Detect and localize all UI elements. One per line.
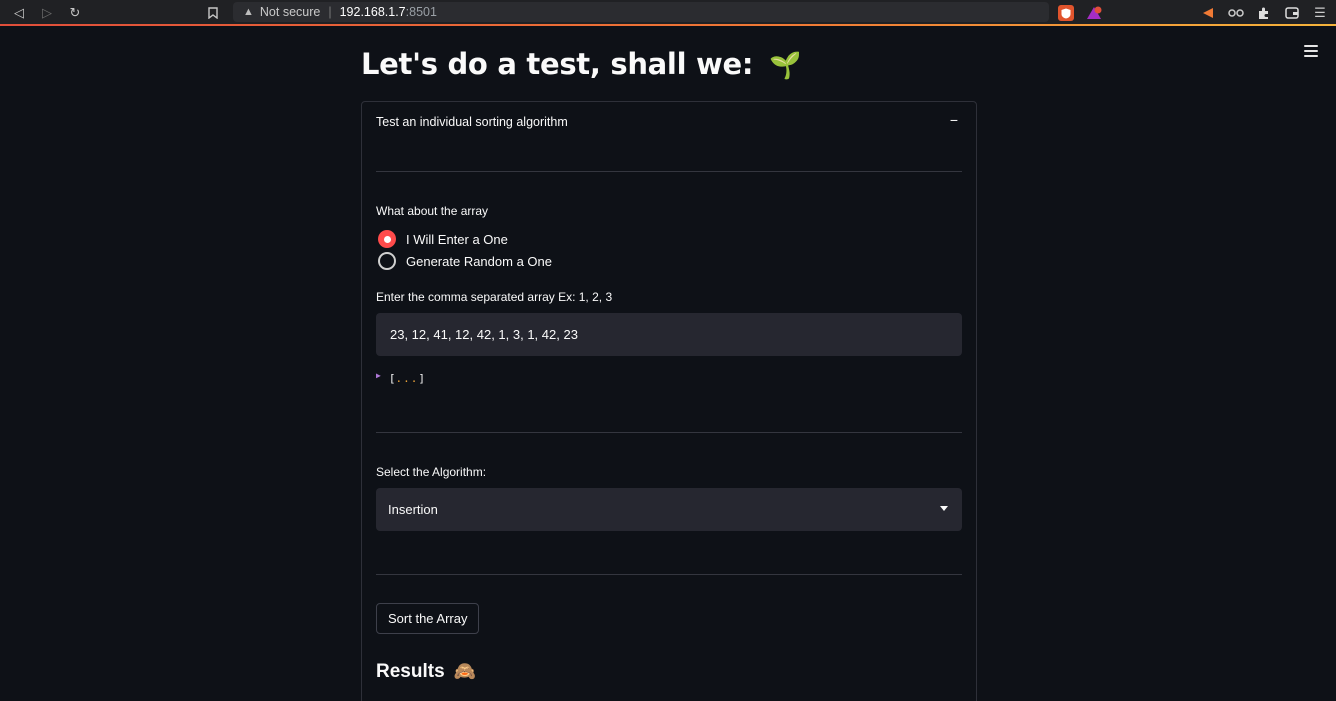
divider — [376, 171, 962, 172]
wallet-icon[interactable] — [1284, 5, 1300, 21]
sort-array-button[interactable]: Sort the Array — [376, 603, 480, 634]
url-host: 192.168.1.7 — [339, 5, 406, 19]
radio-unselected-icon[interactable] — [378, 252, 396, 270]
results-heading: Results 🙈 — [376, 661, 476, 683]
array-input-value: 23, 12, 41, 12, 42, 1, 3, 1, 42, 23 — [390, 327, 578, 342]
seedling-icon: 🌱 — [768, 51, 802, 81]
forward-icon[interactable]: ▷ — [38, 4, 56, 22]
page-title-text: Let's do a test, shall we: — [361, 47, 754, 81]
puzzle-extensions-icon[interactable] — [1256, 5, 1272, 21]
extension-icon-1[interactable] — [1200, 5, 1216, 21]
browser-toolbar: ◁ ▷ ↻ ▲ Not secure | 192.168.1.7 :8501 ☰ — [0, 0, 1336, 26]
sorting-expander: Test an individual sorting algorithm − W… — [361, 101, 977, 701]
radio-enter-array[interactable]: I Will Enter a One — [378, 230, 508, 248]
address-separator: | — [328, 5, 332, 19]
algorithm-label: Select the Algorithm: — [376, 465, 487, 479]
browser-menu-icon[interactable]: ☰ — [1312, 5, 1328, 21]
warning-icon: ▲ — [243, 6, 254, 18]
radio-label: I Will Enter a One — [406, 231, 508, 247]
chevron-down-icon — [940, 506, 948, 511]
radio-label: Generate Random a One — [406, 253, 552, 269]
expand-caret-icon[interactable]: ▶ — [376, 371, 381, 380]
reload-icon[interactable]: ↻ — [66, 4, 84, 22]
divider — [376, 574, 962, 575]
bookmark-icon[interactable] — [204, 4, 222, 22]
back-icon[interactable]: ◁ — [10, 4, 28, 22]
address-bar[interactable]: ▲ Not secure | 192.168.1.7 :8501 — [233, 2, 1049, 22]
collapse-icon[interactable]: − — [950, 112, 958, 128]
json-collapsed-dots: ... — [395, 372, 419, 385]
page-title: Let's do a test, shall we: 🌱 — [361, 47, 801, 81]
json-viewer[interactable]: ▶ [ ... ] — [376, 371, 425, 385]
divider — [376, 432, 962, 433]
array-source-label: What about the array — [376, 204, 489, 218]
radio-selected-icon[interactable] — [378, 230, 396, 248]
url-port: :8501 — [405, 5, 437, 19]
json-close-bracket: ] — [418, 372, 425, 385]
json-open-bracket: [ — [388, 372, 396, 385]
brave-rewards-icon[interactable] — [1086, 5, 1102, 21]
array-input[interactable]: 23, 12, 41, 12, 42, 1, 3, 1, 42, 23 — [376, 313, 962, 356]
brave-shield-icon[interactable] — [1058, 5, 1074, 21]
app-menu-icon[interactable] — [1304, 45, 1318, 57]
results-heading-text: Results — [376, 661, 445, 682]
array-input-label: Enter the comma separated array Ex: 1, 2… — [376, 290, 613, 304]
algorithm-select[interactable]: Insertion — [376, 488, 962, 531]
expander-header[interactable]: Test an individual sorting algorithm — [376, 115, 568, 129]
algorithm-selected-value: Insertion — [388, 502, 438, 517]
security-label: Not secure — [259, 5, 321, 19]
radio-random-array[interactable]: Generate Random a One — [378, 252, 552, 270]
see-no-evil-monkey-icon: 🙈 — [453, 661, 477, 681]
extension-icon-2[interactable] — [1228, 5, 1244, 21]
